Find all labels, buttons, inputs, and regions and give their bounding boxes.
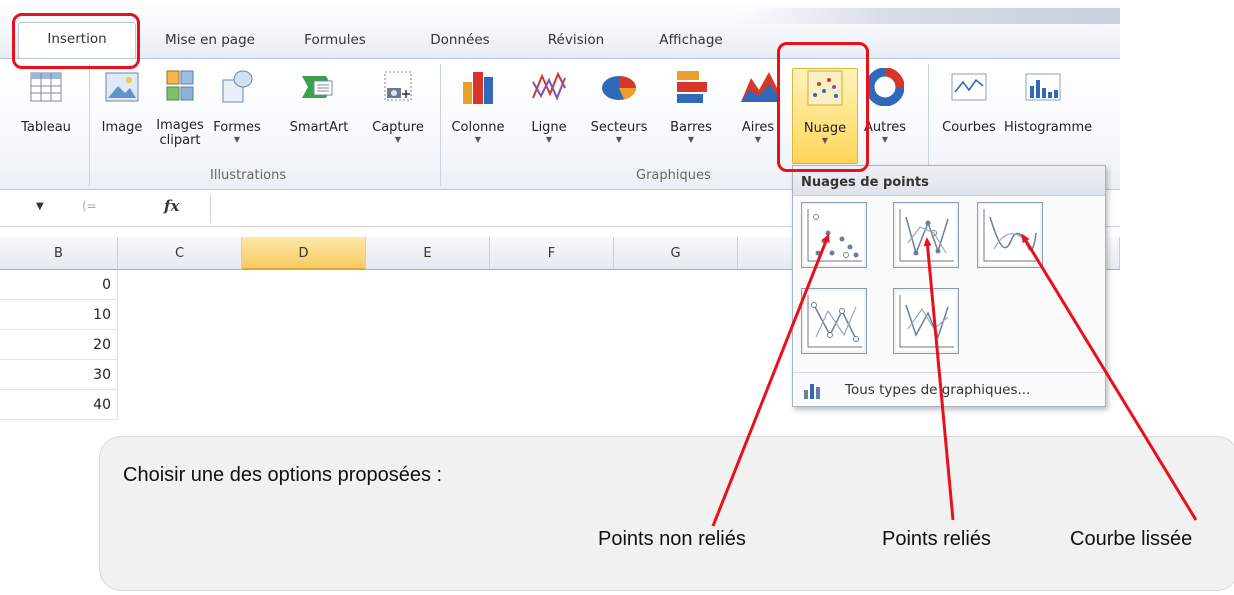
separator [89, 64, 90, 186]
area-chart-icon [741, 72, 777, 102]
secteurs-label: Secteurs [590, 120, 648, 135]
excel-window: Insertion Mise en page Formules Données … [0, 0, 1234, 430]
column-header-e[interactable]: E [366, 237, 490, 270]
scatter-lines-markers-option[interactable] [801, 288, 867, 354]
column-header-d[interactable]: D [242, 237, 366, 270]
aires-button[interactable]: Aires ▼ [734, 68, 782, 164]
title-fade [740, 8, 1120, 24]
tableau-label: Tableau [21, 120, 71, 135]
images-clipart-label-1: Images [156, 118, 204, 133]
pie-chart-icon [602, 76, 637, 100]
cell-b2[interactable]: 10 [0, 300, 118, 330]
formes-label: Formes [213, 120, 261, 135]
sparkline-line-icon [951, 73, 987, 101]
separator [440, 64, 441, 186]
scatter-smooth-icon [983, 209, 1038, 262]
scatter-lines-only-option[interactable] [893, 288, 959, 354]
cell-b3[interactable]: 20 [0, 330, 118, 360]
picture-icon [105, 72, 139, 102]
ribbon-tab-bar: Insertion Mise en page Formules Données … [0, 0, 1120, 59]
highlight-nuage-button [777, 42, 869, 172]
image-label: Image [101, 120, 143, 135]
scatter-dropdown-menu: Nuages de points Tous types de graphique… [792, 165, 1106, 407]
courbes-label: Courbes [942, 120, 996, 135]
tab-formules[interactable]: Formules [280, 24, 390, 58]
chevron-down-icon: ▼ [474, 135, 482, 144]
cell-b5[interactable]: 40 [0, 390, 118, 420]
column-header-g[interactable]: G [614, 237, 738, 270]
scatter-lines-icon [899, 209, 954, 262]
instruction-callout [99, 436, 1234, 591]
capture-button[interactable]: Capture ▼ [364, 68, 432, 164]
column-header-c[interactable]: C [118, 237, 242, 270]
chevron-down-icon: ▼ [615, 135, 623, 144]
clipart-icon [166, 70, 194, 101]
capture-label: Capture [372, 120, 424, 135]
label-points-relies: Points reliés [882, 528, 991, 550]
cell-b1[interactable]: 0 [0, 270, 118, 300]
donut-chart-icon [866, 68, 904, 106]
all-chart-types-label: Tous types de graphiques... [845, 382, 1031, 398]
barres-button[interactable]: Barres ▼ [662, 68, 720, 164]
group-illustrations: Illustrations [210, 168, 287, 183]
tab-revision[interactable]: Révision [526, 24, 626, 58]
scatter-markers-only-option[interactable] [801, 202, 867, 268]
shapes-icon [222, 70, 253, 103]
sparkline-column-icon [1025, 73, 1061, 101]
formes-button[interactable]: Formes ▼ [208, 68, 266, 164]
tab-affichage[interactable]: Affichage [636, 24, 746, 58]
tableau-button[interactable]: Tableau [4, 68, 88, 164]
scatter-straight-lines-option[interactable] [893, 202, 959, 268]
column-header-f[interactable]: F [490, 237, 614, 270]
ligne-label: Ligne [531, 120, 567, 135]
line-chart-icon [532, 71, 566, 101]
highlight-insertion-tab [12, 13, 140, 69]
chevron-down-icon: ▼ [687, 135, 695, 144]
images-clipart-label-2: clipart [159, 133, 201, 148]
smartart-icon [302, 76, 333, 98]
column-header-b[interactable]: B [0, 237, 118, 270]
ligne-button[interactable]: Ligne ▼ [526, 68, 572, 164]
tab-donnees[interactable]: Données [410, 24, 510, 58]
colonne-label: Colonne [451, 120, 505, 135]
cell-b4[interactable]: 30 [0, 360, 118, 390]
histogramme-label: Histogramme [1004, 120, 1093, 135]
chart-types-icon [804, 384, 820, 399]
chevron-down-icon: ▼ [233, 135, 241, 144]
table-icon [30, 72, 62, 102]
column-chart-icon [463, 72, 493, 104]
instruction-text: Choisir une des options proposées : [123, 464, 443, 486]
chevron-down-icon: ▼ [394, 135, 402, 144]
barres-label: Barres [670, 120, 712, 135]
courbes-button[interactable]: Courbes [936, 68, 1002, 164]
secteurs-button[interactable]: Secteurs ▼ [588, 68, 650, 164]
formula-divider [210, 195, 211, 223]
screenshot-icon [384, 71, 412, 101]
group-graphiques: Graphiques [636, 168, 711, 183]
name-box-dropdown-icon[interactable]: ▼ [36, 201, 44, 212]
all-chart-types-link[interactable]: Tous types de graphiques... [793, 372, 1105, 406]
label-points-non-relies: Points non reliés [598, 528, 746, 550]
scatter-markers-icon [807, 209, 862, 262]
image-button[interactable]: Image [94, 68, 150, 164]
scatter-lines-markers-icon [807, 295, 862, 348]
scatter-smooth-lines-option[interactable] [977, 202, 1043, 268]
formula-cancel-icon[interactable]: (= [82, 199, 97, 213]
images-clipart-button[interactable]: Images clipart [152, 68, 208, 164]
insert-function-icon[interactable]: fx [164, 197, 179, 215]
chevron-down-icon: ▼ [754, 135, 762, 144]
chevron-down-icon: ▼ [545, 135, 553, 144]
tab-mise-en-page[interactable]: Mise en page [146, 24, 274, 58]
aires-label: Aires [741, 120, 775, 135]
histogramme-button[interactable]: Histogramme [1004, 68, 1120, 164]
smartart-label: SmartArt [289, 120, 349, 135]
colonne-button[interactable]: Colonne ▼ [448, 68, 508, 164]
smartart-button[interactable]: SmartArt [286, 68, 352, 164]
bar-chart-icon [677, 71, 707, 103]
scatter-straight-icon [899, 295, 954, 348]
label-courbe-lissee: Courbe lissée [1070, 528, 1193, 550]
